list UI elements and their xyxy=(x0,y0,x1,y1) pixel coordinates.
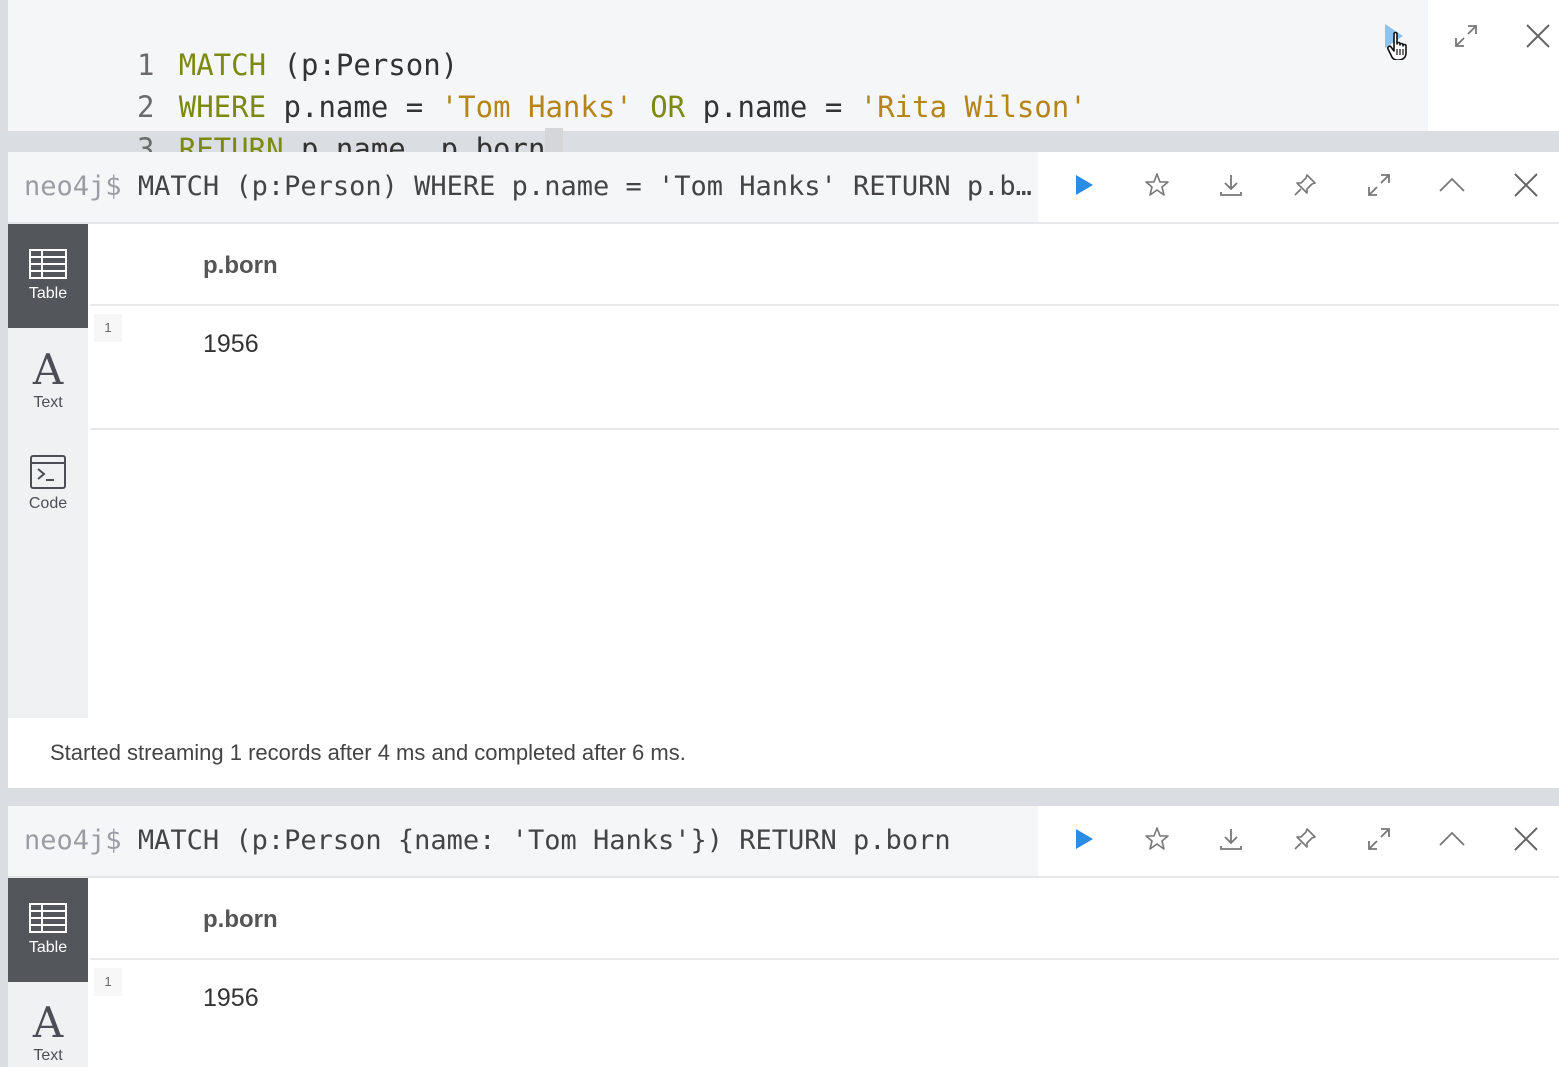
expand-icon xyxy=(1368,174,1390,196)
code-line: 2 WHERE p.name = 'Tom Hanks' OR p.name = … xyxy=(8,44,1087,124)
close-icon xyxy=(1514,173,1538,197)
table-icon xyxy=(29,903,67,933)
row-index: 1 xyxy=(94,314,122,342)
code-icon xyxy=(30,455,66,489)
tab-text[interactable]: A Text xyxy=(8,982,88,1067)
table-icon xyxy=(29,249,67,279)
result-frame: neo4j$ MATCH (p:Person {name: 'Tom Hanks… xyxy=(8,806,1559,1067)
code-token: p.name = xyxy=(685,90,860,124)
pin-button[interactable] xyxy=(1283,163,1327,207)
column-header: p.born xyxy=(203,906,278,933)
run-button[interactable] xyxy=(1370,16,1414,60)
code-token: OR xyxy=(650,90,686,124)
download-icon xyxy=(1220,175,1242,196)
frame-header: neo4j$ MATCH (p:Person) WHERE p.name = '… xyxy=(8,152,1559,224)
rerun-button[interactable] xyxy=(1062,817,1106,861)
text-icon: A xyxy=(32,348,64,388)
table-header: p.born xyxy=(90,878,1559,960)
result-frame: neo4j$ MATCH (p:Person) WHERE p.name = '… xyxy=(8,152,1559,788)
close-editor-button[interactable] xyxy=(1516,14,1559,58)
download-icon xyxy=(1220,829,1242,850)
close-icon xyxy=(1526,24,1550,48)
tab-label: Text xyxy=(33,1047,63,1064)
rerun-button[interactable] xyxy=(1062,163,1106,207)
pin-icon xyxy=(1294,174,1316,196)
expand-icon xyxy=(1455,25,1477,47)
column-header: p.born xyxy=(203,252,278,279)
svg-text:A: A xyxy=(32,1001,64,1041)
result-table: p.born 1 1956 xyxy=(90,224,1559,430)
star-icon xyxy=(1145,827,1169,850)
collapse-button[interactable] xyxy=(1430,817,1474,861)
tab-code[interactable]: Code xyxy=(8,432,88,536)
text-icon: A xyxy=(32,1001,64,1041)
status-message: Started streaming 1 records after 4 ms a… xyxy=(50,740,686,765)
command-text: MATCH (p:Person) WHERE p.name = 'Tom Han… xyxy=(137,171,1038,202)
frame-header: neo4j$ MATCH (p:Person {name: 'Tom Hanks… xyxy=(8,806,1559,878)
favorite-button[interactable] xyxy=(1135,817,1179,861)
prompt-label: neo4j$ xyxy=(24,825,122,856)
tab-table[interactable]: Table xyxy=(8,224,88,328)
chevron-up-icon xyxy=(1439,831,1465,846)
command-text: MATCH (p:Person {name: 'Tom Hanks'}) RET… xyxy=(137,825,951,856)
close-frame-button[interactable] xyxy=(1504,817,1548,861)
play-icon xyxy=(1076,175,1093,195)
star-icon xyxy=(1145,173,1169,196)
tab-text[interactable]: A Text xyxy=(8,328,88,432)
table-cell: 1956 xyxy=(203,984,259,1012)
fullscreen-button[interactable] xyxy=(1357,163,1401,207)
frame-command[interactable]: neo4j$ MATCH (p:Person {name: 'Tom Hanks… xyxy=(8,806,1038,876)
close-icon xyxy=(1514,827,1538,851)
row-index: 1 xyxy=(94,968,122,996)
svg-text:A: A xyxy=(32,348,64,388)
tab-label: Table xyxy=(28,285,68,302)
tab-label: Text xyxy=(33,394,63,411)
favorite-button[interactable] xyxy=(1135,163,1179,207)
result-table: p.born 1 1956 xyxy=(90,878,1559,1067)
chevron-up-icon xyxy=(1439,177,1465,192)
fullscreen-button[interactable] xyxy=(1444,14,1488,58)
pin-button[interactable] xyxy=(1283,817,1327,861)
prompt-label: neo4j$ xyxy=(24,171,122,202)
code-area[interactable]: 1 MATCH (p:Person) 2 WHERE p.name = 'Tom H… xyxy=(8,0,1428,168)
fullscreen-button[interactable] xyxy=(1357,817,1401,861)
code-line: 3 RETURN p.name, p.born xyxy=(8,86,564,168)
code-token: 'Rita Wilson' xyxy=(859,90,1087,124)
code-line: 1 MATCH (p:Person) xyxy=(8,2,458,82)
tab-label: Table xyxy=(28,939,68,956)
table-header: p.born xyxy=(90,224,1559,306)
play-icon xyxy=(1385,24,1407,60)
table-row: 1 1956 xyxy=(90,962,1559,1067)
view-sidebar: Table A Text Code xyxy=(8,224,88,718)
tab-table[interactable]: Table xyxy=(8,878,88,982)
close-frame-button[interactable] xyxy=(1504,163,1548,207)
download-button[interactable] xyxy=(1209,163,1253,207)
frame-command[interactable]: neo4j$ MATCH (p:Person) WHERE p.name = '… xyxy=(8,152,1038,222)
tab-label: Code xyxy=(28,495,68,512)
collapse-button[interactable] xyxy=(1430,163,1474,207)
table-cell: 1956 xyxy=(203,330,259,358)
table-row: 1 1956 xyxy=(90,308,1559,430)
play-icon xyxy=(1076,829,1093,849)
expand-icon xyxy=(1368,828,1390,850)
view-sidebar: Table A Text xyxy=(8,878,88,1067)
pin-icon xyxy=(1294,828,1316,850)
download-button[interactable] xyxy=(1209,817,1253,861)
query-editor[interactable]: 1 MATCH (p:Person) 2 WHERE p.name = 'Tom H… xyxy=(8,0,1559,168)
